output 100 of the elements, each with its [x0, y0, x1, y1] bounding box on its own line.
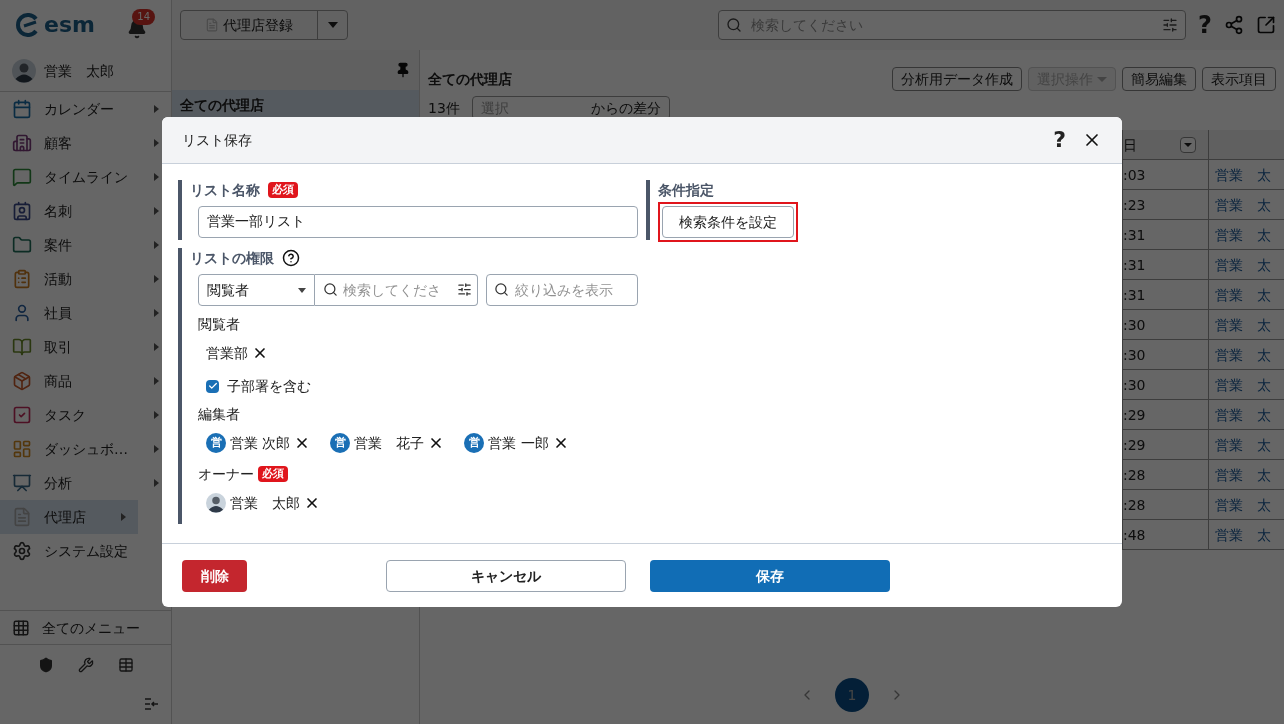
table-cell: :31 [1123, 220, 1209, 249]
help-button[interactable]: ? [1053, 129, 1066, 151]
user-link[interactable]: 営業 太 [1209, 460, 1284, 489]
user-link[interactable]: 営業 太 [1209, 280, 1284, 309]
save-button[interactable]: 保存 [650, 559, 890, 592]
book-icon [12, 337, 32, 357]
table-cell: :31 [1123, 250, 1209, 279]
user-link[interactable]: 営業 太 [1209, 430, 1284, 459]
table-cell: :28 [1123, 460, 1209, 489]
building-icon [12, 133, 32, 153]
avatar-initial: 営 [464, 433, 485, 453]
logo-icon [16, 13, 40, 37]
member-name: 営業 花子 [354, 434, 425, 453]
user-link[interactable]: 営業 太 [1209, 310, 1284, 339]
wrench-icon[interactable] [77, 656, 94, 673]
dialog-title: リスト保存 [182, 131, 253, 150]
sidebar-item[interactable]: カレンダー [0, 92, 171, 126]
search-icon [494, 282, 509, 297]
folder-icon [12, 235, 32, 255]
submenu-arrow-icon [154, 105, 159, 113]
table-cell: :23 [1123, 190, 1209, 219]
user-link[interactable]: 営業 太 [1209, 190, 1284, 219]
card-icon [12, 201, 32, 221]
avatar-initial: 営 [206, 433, 226, 453]
cancel-button[interactable]: キャンセル [386, 559, 626, 592]
shield-icon[interactable] [37, 656, 54, 673]
caret-icon [1097, 76, 1107, 82]
field-label: 条件指定 [658, 181, 715, 200]
field-label: リスト名称 [190, 181, 260, 200]
user-link[interactable]: 営業 太 [1209, 250, 1284, 279]
user-link[interactable]: 営業 太 [1209, 520, 1284, 549]
grid-icon [12, 618, 30, 637]
remove-icon[interactable] [252, 345, 268, 361]
required-badge: 必須 [268, 182, 298, 198]
all-menu-link[interactable]: 全てのメニュー [42, 617, 140, 638]
set-conditions-button[interactable]: 検索条件を設定 [662, 206, 794, 238]
avatar-initial: 営 [330, 433, 351, 453]
table-cell: :29 [1123, 400, 1209, 429]
group-label: 編集者 [198, 405, 240, 424]
external-link-icon[interactable] [1256, 15, 1276, 35]
user-link[interactable]: 営業 太 [1209, 160, 1284, 189]
avatar-icon [12, 58, 36, 83]
member-name: 営業 一郎 [488, 434, 549, 453]
user-link[interactable]: 営業 太 [1209, 220, 1284, 249]
logo-text: esm [44, 14, 95, 36]
settings-icon [12, 541, 32, 561]
user-link[interactable]: 営業 太 [1209, 340, 1284, 369]
table-cell: :48 [1123, 520, 1209, 549]
filter-field[interactable]: 絞り込みを表示 [486, 274, 638, 306]
delete-button[interactable]: 削除 [182, 559, 247, 592]
user-link[interactable]: 営業 太 [1209, 490, 1284, 519]
caret-icon [327, 22, 338, 28]
search-icon [726, 17, 743, 33]
help-button[interactable]: ? [1198, 13, 1212, 37]
table-cell: :30 [1123, 310, 1209, 339]
notification-badge: 14 [132, 9, 155, 25]
sort-dropdown-icon[interactable] [1180, 136, 1196, 153]
group-label: オーナー [198, 465, 254, 484]
role-select[interactable]: 閲覧者 [198, 274, 315, 306]
group-label: 閲覧者 [198, 315, 240, 334]
member-search-field[interactable]: 検索してくださ [315, 274, 478, 306]
avatar-icon [206, 493, 226, 513]
checkbox-label: 子部署を含む [227, 377, 311, 396]
filter-icon[interactable] [457, 282, 472, 297]
document-icon [12, 507, 32, 527]
table-cell: :28 [1123, 490, 1209, 519]
chart-icon [12, 473, 32, 493]
member-name: 営業 太郎 [230, 494, 300, 513]
table-cell: :03 [1123, 160, 1209, 189]
table-cell: :30 [1123, 370, 1209, 399]
toolbar-button[interactable]: 分析用データ作成 [892, 67, 1022, 91]
record-count: 13件 [428, 99, 460, 118]
toolbar-button[interactable]: 簡易編集 [1122, 67, 1196, 91]
help-icon[interactable] [282, 249, 300, 267]
pin-icon[interactable] [395, 62, 411, 78]
table-cell: :31 [1123, 280, 1209, 309]
task-icon [12, 405, 32, 425]
submenu-arrow-icon [121, 513, 126, 521]
page-button[interactable]: 1 [835, 678, 869, 712]
user-link[interactable]: 営業 太 [1209, 400, 1284, 429]
collapse-icon[interactable] [143, 696, 159, 712]
package-icon [12, 371, 32, 391]
user-link[interactable]: 営業 太 [1209, 370, 1284, 399]
share-icon[interactable] [1224, 15, 1244, 35]
table-icon[interactable] [117, 656, 134, 673]
sidebar-item[interactable]: 代理店 [0, 500, 138, 534]
table-cell: :29 [1123, 430, 1209, 459]
checkbox[interactable] [206, 379, 219, 393]
table-cell: :30 [1123, 340, 1209, 369]
remove-icon[interactable] [304, 495, 320, 511]
field-label: リストの権限 [190, 249, 274, 268]
list-title: 全ての代理店 [428, 70, 513, 89]
caret-icon [298, 287, 306, 293]
toolbar-button[interactable]: 表示項目 [1202, 67, 1276, 91]
user-name[interactable]: 営業 太郎 [44, 60, 114, 81]
dashboard-icon [12, 439, 32, 459]
list-name-field[interactable]: 営業一部リスト [198, 206, 638, 238]
list-item[interactable]: 全ての代理店 [172, 90, 419, 120]
member-name: 営業部 [206, 344, 248, 363]
sidebar-item[interactable]: システム設定 [0, 534, 171, 568]
